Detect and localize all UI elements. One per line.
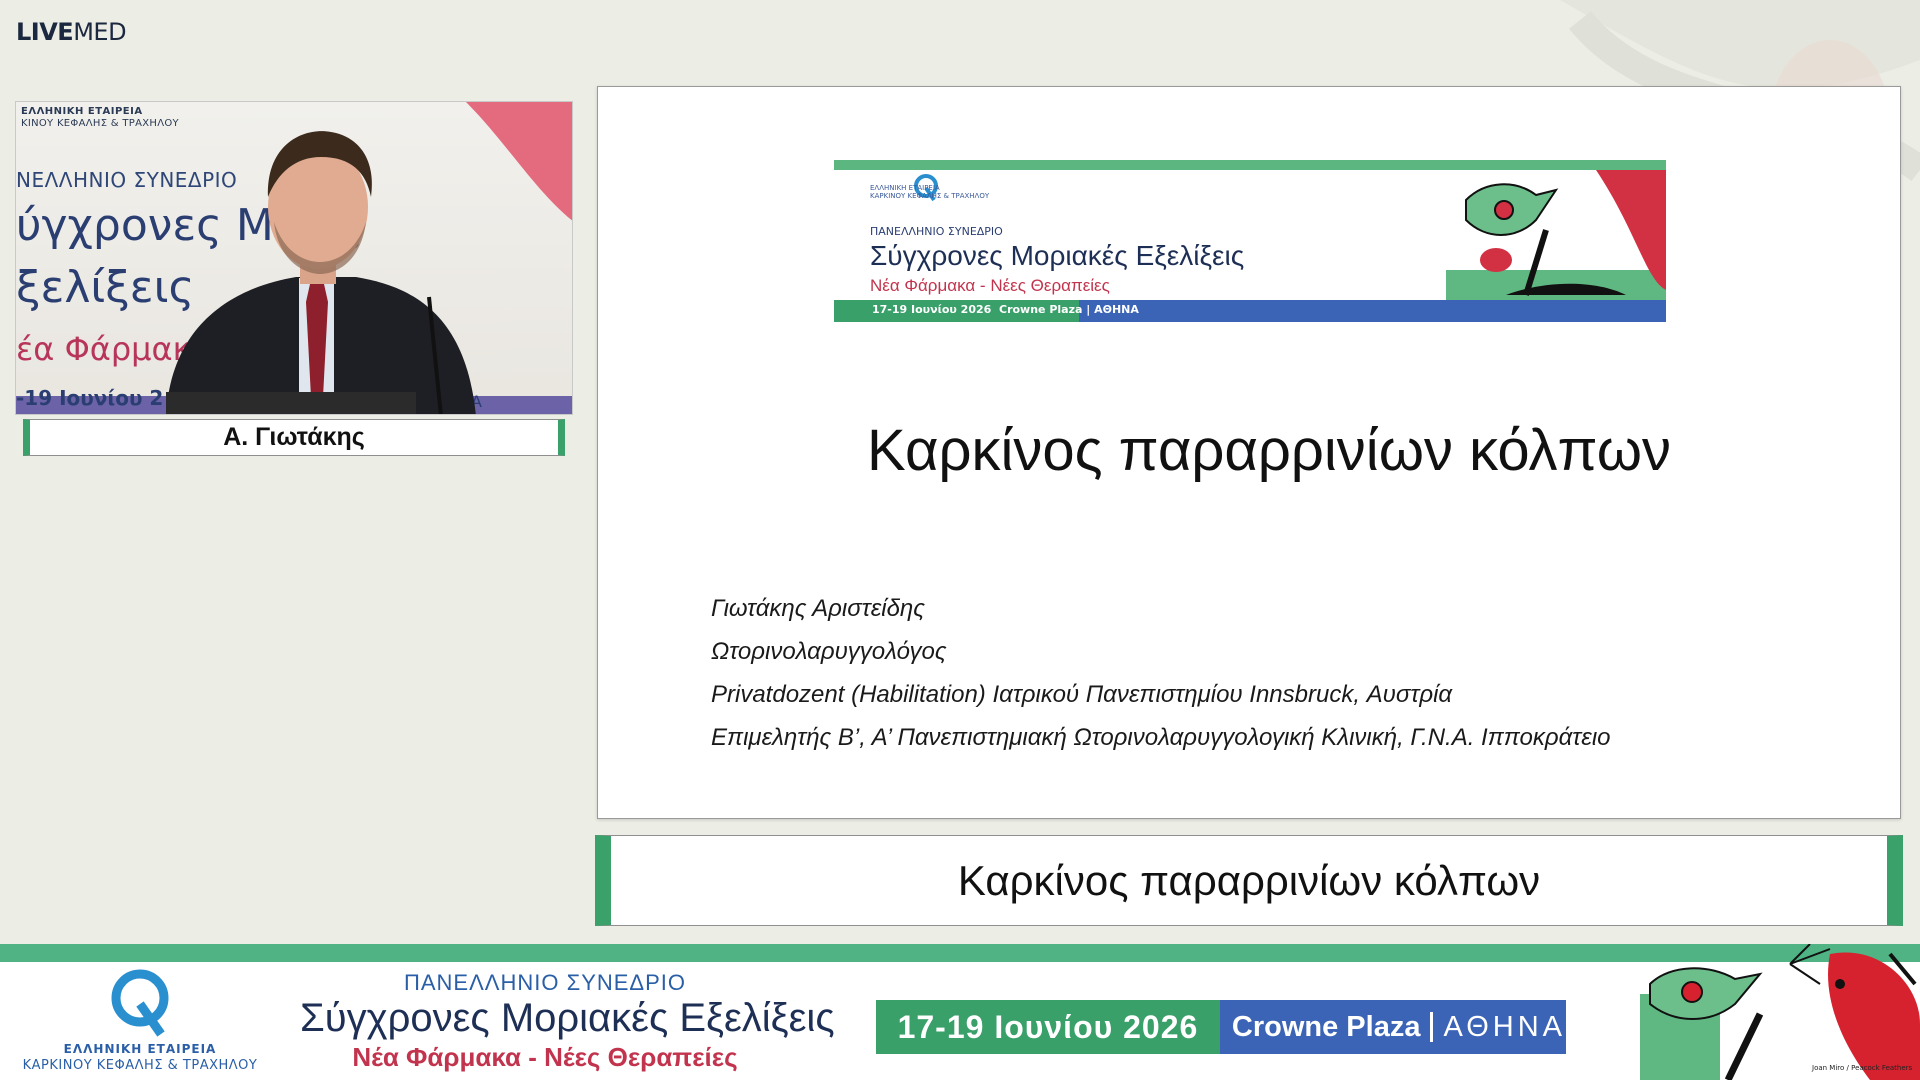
author-specialty: Ωτορινολαρυγγολόγος	[711, 638, 947, 665]
lower-third-title-bar: Καρκίνος παραρρινίων κόλπων	[595, 835, 1903, 926]
footer-org-line1: ΕΛΛΗΝΙΚΗ ΕΤΑΙΡΕΙΑ	[63, 1042, 217, 1056]
miro-artwork-icon	[1640, 944, 1920, 1080]
footer-venue-city: ΑΘΗΝΑ	[1443, 1010, 1566, 1043]
slide-title: Καρκίνος παραρρινίων κόλπων	[866, 418, 1672, 483]
slide-author-info: Γιωτάκης Αριστείδης Ωτορινολαρυγγολόγος …	[711, 587, 1611, 759]
banner-venue: Crowne Plaza | ΑΘΗΝΑ	[999, 303, 1139, 316]
brand-med: MED	[73, 18, 127, 46]
footer-date-venue-band: 17-19 Ιουνίου 2026 Crowne Plaza ΑΘΗΝΑ	[876, 1000, 1566, 1054]
speaker-name-bar: Α. Γιωτάκης	[23, 419, 565, 456]
footer-title: Σύγχρονες Μοριακές Εξελίξεις	[300, 996, 835, 1040]
banner-subtitle: Νέα Φάρμακα - Νέες Θεραπείες	[870, 276, 1110, 295]
author-affiliation-1: Privatdozent (Habilitation) Ιατρικού Παν…	[711, 681, 1453, 708]
speaker-figure	[166, 131, 476, 414]
footer-dates: 17-19 Ιουνίου 2026	[876, 1000, 1220, 1054]
miro-artwork-icon	[1446, 170, 1666, 300]
speaker-video: ΕΛΛΗΝΙΚΗ ΕΤΑΙΡΕΙΑ ΚΙΝΟΥ ΚΕΦΑΛΗΣ & ΤΡΑΧΗΛ…	[15, 101, 573, 415]
artwork-credit: Joan Miro / Peacock Feathers	[1812, 1064, 1913, 1072]
lower-third-title: Καρκίνος παραρρινίων κόλπων	[957, 856, 1541, 904]
brand-live: LIVE	[16, 18, 74, 46]
footer-org-line2: ΚΑΡΚΙΝΟΥ ΚΕΦΑΛΗΣ & ΤΡΑΧΗΛΟΥ	[22, 1058, 258, 1073]
banner-top-stripe	[834, 160, 1666, 170]
footer-venue-name: Crowne Plaza	[1231, 1010, 1421, 1043]
author-name: Γιωτάκης Αριστείδης	[711, 595, 925, 622]
banner-org-line1: ΕΛΛΗΝΙΚΗ ΕΤΑΙΡΕΙΑ	[870, 184, 940, 192]
speaker-name: Α. Γιωτάκης	[223, 423, 365, 451]
banner-dates: 17-19 Ιουνίου 2026	[872, 303, 992, 316]
footer-subtitle: Νέα Φάρμακα - Νέες Θεραπείες	[352, 1042, 738, 1072]
footer-stripe	[0, 944, 1920, 962]
livemed-logo: LIVEMED	[16, 18, 127, 46]
venue-separator	[1430, 1012, 1434, 1042]
slide-conference-banner: ΕΛΛΗΝΙΚΗ ΕΤΑΙΡΕΙΑ ΚΑΡΚΙΝΟΥ ΚΕΦΑΛΗΣ & ΤΡΑ…	[834, 160, 1666, 322]
society-logo-icon	[111, 969, 169, 1037]
footer-conference: ΠΑΝΕΛΛΗΝΙΟ ΣΥΝΕΔΡΙΟ	[403, 970, 687, 995]
footer-banner: ΕΛΛΗΝΙΚΗ ΕΤΑΙΡΕΙΑ ΚΑΡΚΙΝΟΥ ΚΕΦΑΛΗΣ & ΤΡΑ…	[0, 944, 1920, 1080]
banner-conference: ΠΑΝΕΛΛΗΝΙΟ ΣΥΝΕΔΡΙΟ	[870, 225, 1003, 238]
presentation-slide: ΕΛΛΗΝΙΚΗ ΕΤΑΙΡΕΙΑ ΚΑΡΚΙΝΟΥ ΚΕΦΑΛΗΣ & ΤΡΑ…	[597, 86, 1901, 819]
author-affiliation-2: Επιμελητής Β’, Α’ Πανεπιστημιακή Ωτορινο…	[711, 724, 1611, 751]
footer-venue: Crowne Plaza ΑΘΗΝΑ	[1219, 1000, 1566, 1054]
banner-title: Σύγχρονες Μοριακές Εξελίξεις	[870, 240, 1245, 271]
banner-org-line2: ΚΑΡΚΙΝΟΥ ΚΕΦΑΛΗΣ & ΤΡΑΧΗΛΟΥ	[870, 192, 990, 200]
